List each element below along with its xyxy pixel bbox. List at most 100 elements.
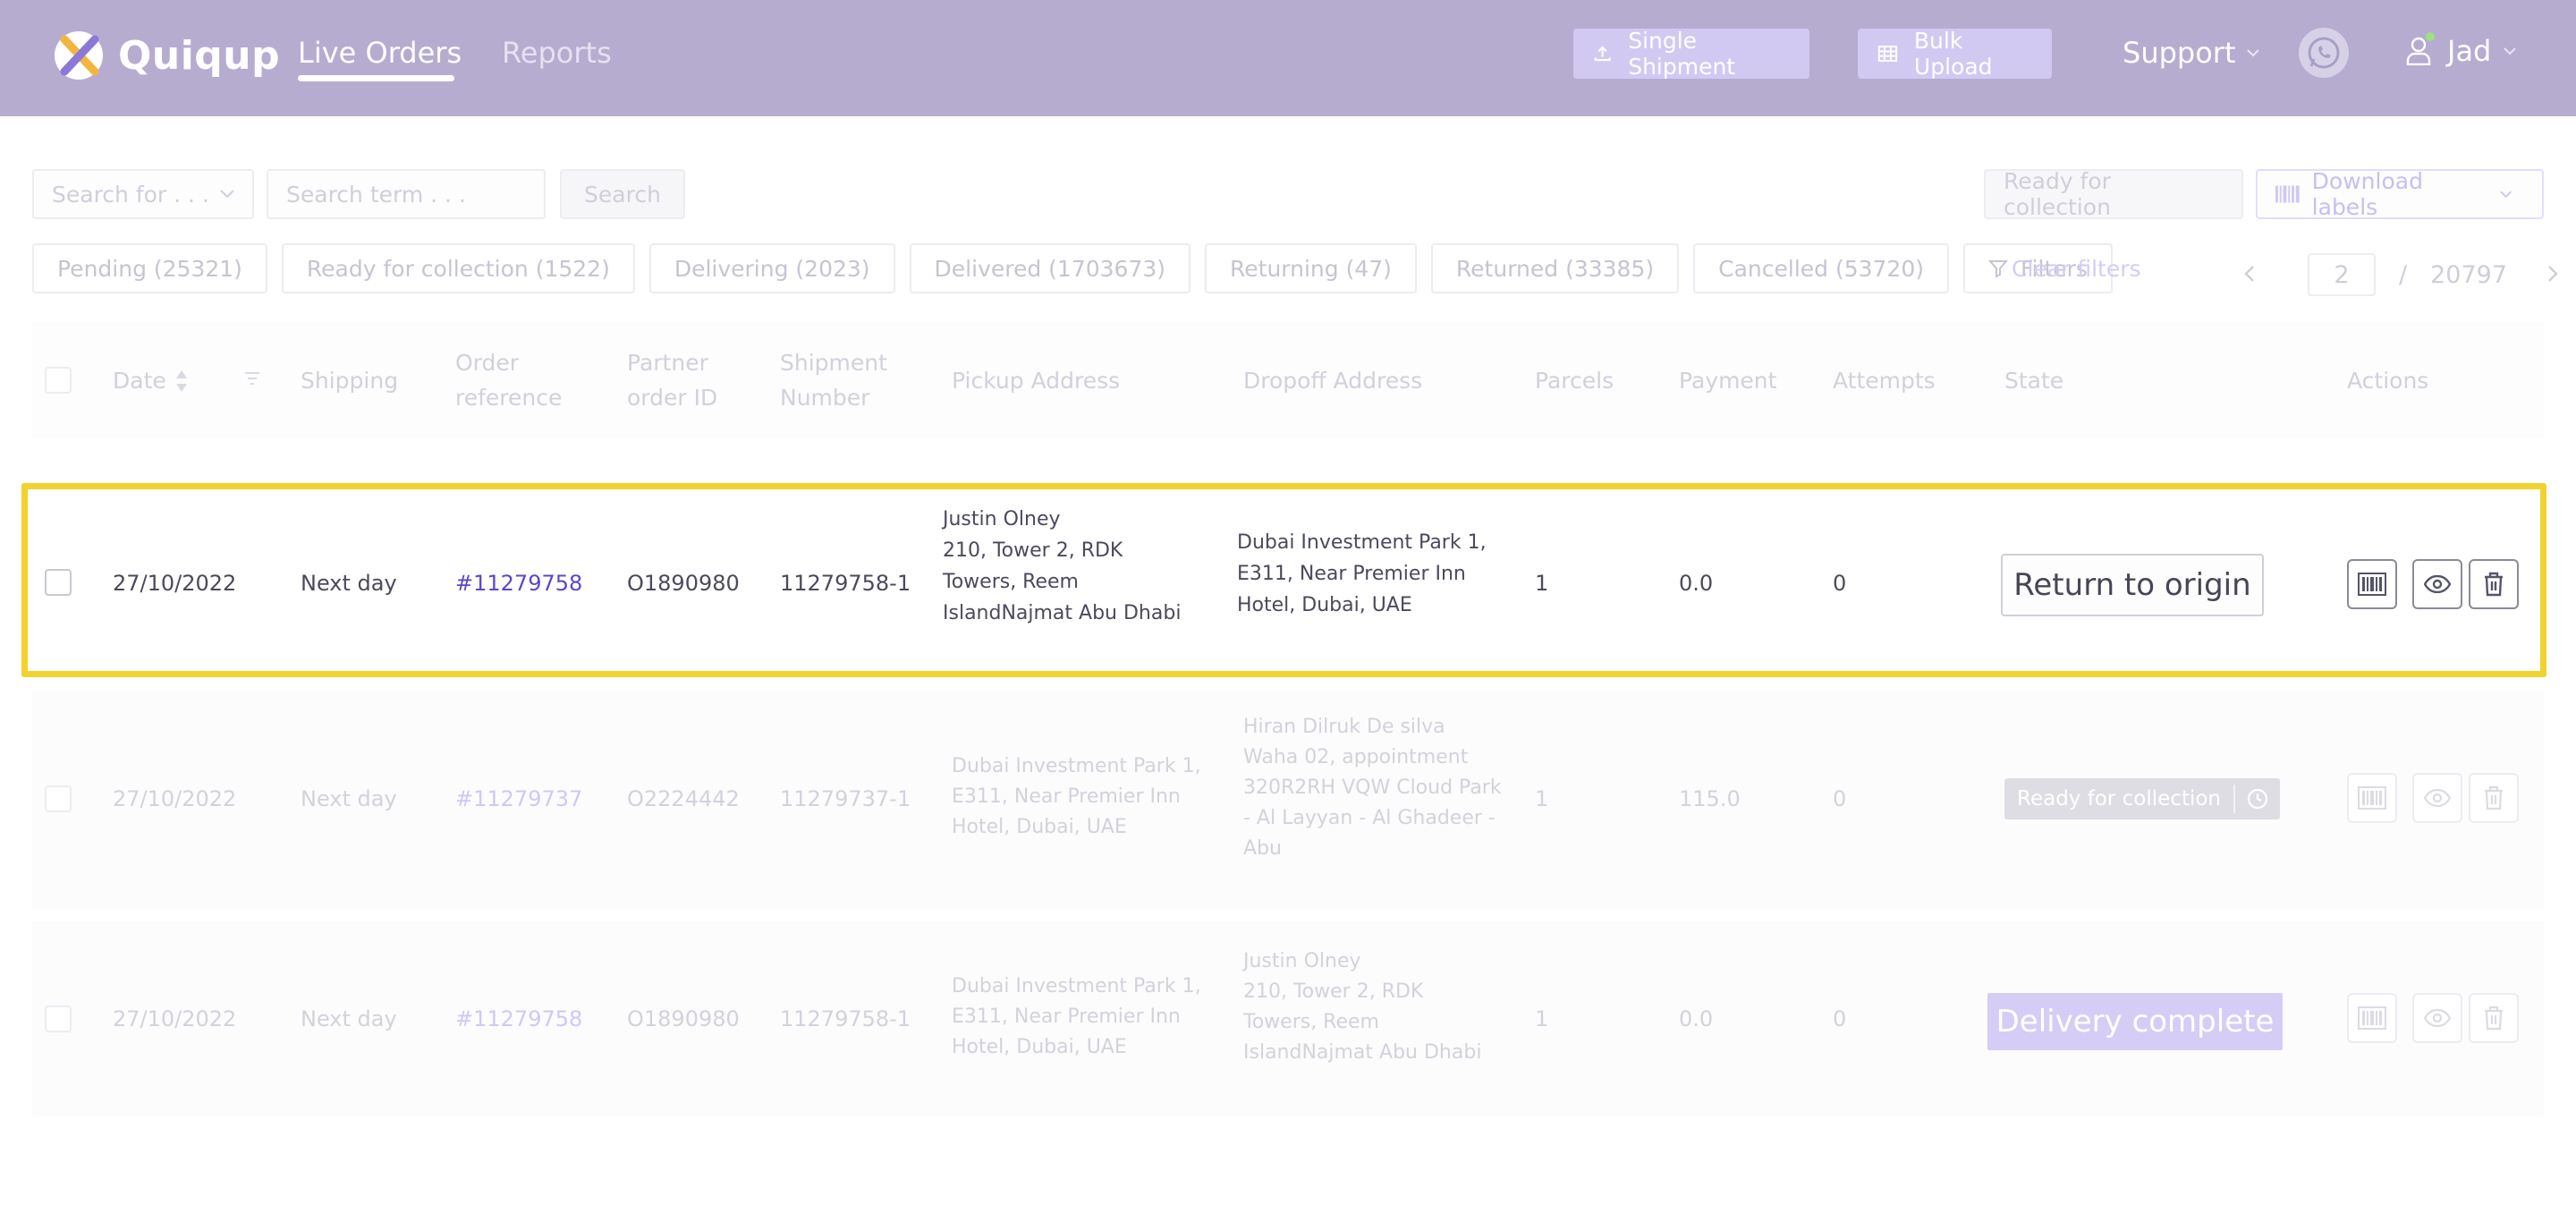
support-menu[interactable]: Support	[2123, 36, 2259, 70]
bulk-upload-label: Bulk Upload	[1913, 28, 1993, 80]
state-badge-delivery-complete: Delivery complete	[1987, 993, 2283, 1050]
funnel-icon	[1988, 260, 2008, 278]
col-partner-id-line2: order ID	[627, 385, 718, 411]
search-field-select[interactable]: Search for . . .	[32, 169, 254, 219]
row-shipping: Next day	[301, 786, 397, 811]
search-term-placeholder: Search term . . .	[286, 181, 466, 208]
col-state: State	[2004, 368, 2064, 394]
row-date: 27/10/2022	[113, 571, 237, 596]
filter-delivered[interactable]: Delivered (1703673)	[909, 243, 1191, 293]
chevron-down-icon	[220, 190, 234, 199]
top-nav-bar: Quiqup Live Orders Reports Single Shipme…	[0, 0, 2576, 116]
filter-returning[interactable]: Returning (47)	[1205, 243, 1417, 293]
col-shipment-line1: Shipment	[780, 350, 887, 376]
col-actions: Actions	[2347, 368, 2429, 394]
single-shipment-label: Single Shipment	[1628, 28, 1736, 80]
print-label-button[interactable]	[2347, 559, 2397, 609]
col-order-ref-line1: Order	[455, 350, 520, 376]
row-checkbox[interactable]	[45, 1006, 72, 1032]
user-menu[interactable]: Jad	[2406, 32, 2517, 68]
table-row[interactable]: 27/10/2022 Next day #11279737 O2224442 1…	[32, 691, 2544, 909]
col-partner-id-line1: Partner	[627, 350, 708, 376]
ready-for-collection-label: Ready for collection	[2004, 168, 2111, 220]
sort-icon[interactable]	[175, 369, 188, 394]
row-checkbox[interactable]	[45, 569, 72, 596]
return-to-origin-button[interactable]: Return to origin	[2001, 554, 2264, 616]
page-number-input[interactable]: 2	[2308, 253, 2376, 296]
col-shipping: Shipping	[301, 368, 399, 394]
view-order-button[interactable]	[2412, 559, 2462, 609]
col-payment: Payment	[1679, 368, 1777, 394]
bulk-upload-button[interactable]: Bulk Upload	[1858, 28, 2052, 80]
col-pickup-address: Pickup Address	[952, 368, 1121, 394]
whatsapp-icon	[2308, 37, 2340, 69]
highlighted-table-row[interactable]: 27/10/2022 Next day #11279758 O1890980 1…	[21, 483, 2546, 677]
row-shipment: 11279758-1	[780, 571, 911, 596]
online-status-dot	[2426, 32, 2435, 41]
clear-filters-link[interactable]: Clear filters	[2012, 256, 2141, 282]
col-order-ref-line2: reference	[455, 385, 563, 411]
nav-reports[interactable]: Reports	[502, 36, 612, 70]
active-nav-indicator	[298, 75, 454, 81]
print-label-button[interactable]	[2347, 993, 2397, 1043]
quiqup-logo[interactable]: Quiqup	[54, 27, 280, 84]
clock-icon[interactable]	[2235, 787, 2280, 810]
delete-order-button[interactable]	[2469, 773, 2519, 823]
column-filter-icon[interactable]	[243, 370, 261, 388]
view-order-button[interactable]	[2412, 773, 2462, 823]
download-labels-button[interactable]: Download labels	[2256, 168, 2544, 220]
pagination: 2 / 20797	[2236, 253, 2566, 296]
chevron-down-icon	[2499, 191, 2512, 199]
quiqup-logo-icon	[55, 31, 103, 80]
row-checkbox[interactable]	[45, 785, 72, 812]
print-label-button[interactable]	[2347, 773, 2397, 823]
row-partner-id: O1890980	[627, 1006, 740, 1031]
view-order-button[interactable]	[2412, 993, 2462, 1043]
next-page-icon[interactable]	[2539, 261, 2566, 289]
col-shipment-line2: Number	[780, 385, 870, 411]
filter-ready-for-collection[interactable]: Ready for collection (1522)	[281, 243, 635, 293]
row-payment: 0.0	[1679, 1006, 1714, 1031]
eye-icon	[2424, 1009, 2451, 1027]
row-payment: 115.0	[1679, 786, 1741, 811]
delete-order-button[interactable]	[2469, 559, 2519, 609]
filter-delivering[interactable]: Delivering (2023)	[648, 243, 895, 293]
trash-icon	[2485, 1006, 2503, 1031]
select-all-checkbox[interactable]	[45, 367, 72, 394]
order-ref-link[interactable]: #11279758	[455, 568, 582, 598]
barcode-icon	[2275, 185, 2300, 203]
filter-pending[interactable]: Pending (25321)	[32, 243, 267, 293]
row-pickup-address: Dubai Investment Park 1, E311, Near Premi…	[952, 755, 1201, 838]
filter-returned[interactable]: Returned (33385)	[1430, 243, 1680, 293]
search-term-input[interactable]: Search term . . .	[267, 169, 546, 219]
page-separator: /	[2399, 260, 2408, 289]
row-parcels: 1	[1535, 571, 1549, 596]
grid-icon	[1877, 46, 1898, 62]
row-partner-id: O2224442	[627, 786, 740, 811]
ready-for-collection-button[interactable]: Ready for collection	[1984, 168, 2243, 220]
eye-icon	[2424, 789, 2451, 807]
row-dropoff-address: Justin Olney 210, Tower 2, RDK Towers, Ree…	[1243, 950, 1482, 1064]
state-badge-ready-for-collection: Ready for collection	[2004, 778, 2281, 819]
table-header: Date Shipping Order reference Partner or…	[32, 322, 2544, 438]
single-shipment-button[interactable]: Single Shipment	[1573, 28, 1809, 80]
delete-order-button[interactable]	[2469, 993, 2519, 1043]
state-label: Ready for collection	[2017, 787, 2222, 810]
search-button[interactable]: Search	[560, 169, 685, 219]
row-dropoff-address: Hiran Dilruk De silva Waha 02, appointmen…	[1243, 716, 1502, 860]
order-ref-link[interactable]: #11279737	[455, 784, 582, 814]
filter-cancelled[interactable]: Cancelled (53720)	[1693, 243, 1949, 293]
nav-live-orders[interactable]: Live Orders	[298, 36, 462, 70]
row-pickup-address: Justin Olney 210, Tower 2, RDK Towers, Ree…	[943, 508, 1182, 624]
prev-page-icon[interactable]	[2236, 261, 2263, 289]
chevron-down-icon	[2246, 49, 2259, 57]
row-shipment: 11279737-1	[780, 786, 911, 811]
row-parcels: 1	[1535, 1006, 1549, 1031]
table-row[interactable]: 27/10/2022 Next day #11279758 O1890980 1…	[32, 921, 2544, 1116]
row-pickup-address: Dubai Investment Park 1, E311, Near Premi…	[952, 975, 1201, 1058]
whatsapp-button[interactable]	[2299, 28, 2349, 78]
col-date[interactable]: Date	[113, 363, 166, 398]
row-attempts: 0	[1833, 786, 1847, 811]
trash-icon	[2485, 572, 2503, 597]
order-ref-link[interactable]: #11279758	[455, 1004, 582, 1034]
